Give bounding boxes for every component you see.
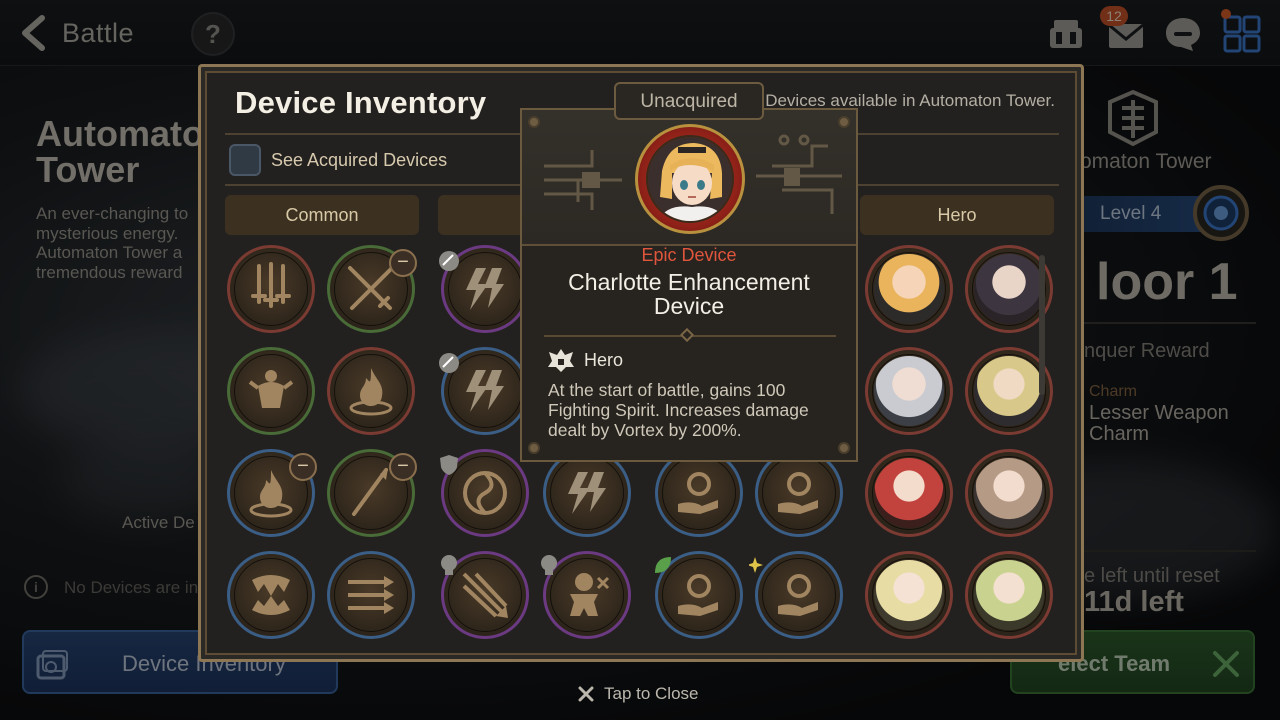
tooltip-header-area xyxy=(522,110,856,246)
hero-portrait-image xyxy=(646,135,734,223)
heal-hand-icon xyxy=(778,574,818,616)
lightning-icon xyxy=(568,472,606,514)
device-rarity: Epic Device xyxy=(641,245,737,265)
vortex-icon xyxy=(463,471,507,515)
bolt-decoration xyxy=(838,116,850,128)
swords-icon xyxy=(251,262,291,308)
speed-badge-icon xyxy=(439,353,459,373)
hero-category-icon xyxy=(548,349,574,372)
remove-badge: − xyxy=(389,249,417,277)
panel-title: Device Inventory xyxy=(235,85,487,120)
spear-icon xyxy=(352,468,388,516)
multi-arrow-icon xyxy=(462,572,508,618)
lightning-icon xyxy=(466,268,504,310)
device-icon-fangs[interactable] xyxy=(227,551,315,639)
tap-to-close-label: Tap to Close xyxy=(604,684,699,703)
lightning-icon xyxy=(466,370,504,412)
skull-badge-icon xyxy=(541,555,557,575)
hero-portrait xyxy=(635,124,745,234)
heal-hand-icon xyxy=(778,472,818,514)
fire-icon xyxy=(349,368,393,416)
tab-common[interactable]: Common xyxy=(225,195,419,235)
hero-device-icon[interactable] xyxy=(965,449,1053,537)
hero-device-icon[interactable] xyxy=(865,449,953,537)
device-icon-arrows[interactable] xyxy=(327,551,415,639)
divider xyxy=(544,327,836,343)
moon-star-badge-icon xyxy=(749,557,769,573)
voodoo-doll-icon xyxy=(570,573,610,616)
arrows-icon xyxy=(348,576,394,614)
fire-icon xyxy=(249,470,293,518)
shield-badge-icon xyxy=(440,455,458,475)
strength-icon xyxy=(248,370,294,408)
status-tag: Unacquired xyxy=(614,82,764,120)
bolt-decoration xyxy=(528,442,540,454)
hero-device-icon[interactable] xyxy=(865,551,953,639)
device-icon-fire-ring[interactable] xyxy=(327,347,415,435)
device-icon-lightning-3[interactable] xyxy=(543,449,631,537)
hero-device-icon[interactable] xyxy=(965,551,1053,639)
device-icon-heal-hand[interactable] xyxy=(655,449,743,537)
fangs-icon xyxy=(252,575,290,615)
device-icon-heal-hand-2[interactable] xyxy=(755,449,843,537)
remove-badge: − xyxy=(389,453,417,481)
tab-hero[interactable]: Hero xyxy=(860,195,1054,235)
status-label: Unacquired xyxy=(640,91,738,112)
heal-hand-icon xyxy=(678,574,718,616)
device-tooltip: Unacquired Epic Device Charlotte Enhance… xyxy=(520,82,858,462)
scrollbar[interactable] xyxy=(1039,255,1045,395)
charlotte-portrait-icon xyxy=(648,137,732,221)
device-icon-swords[interactable] xyxy=(227,245,315,333)
device-category: Hero xyxy=(584,350,624,370)
bolt-decoration xyxy=(528,116,540,128)
see-acquired-checkbox[interactable] xyxy=(229,144,261,176)
bolt-decoration xyxy=(838,442,850,454)
device-icon-strength[interactable] xyxy=(227,347,315,435)
heal-hand-icon xyxy=(678,472,718,514)
tap-to-close[interactable]: Tap to Close xyxy=(578,684,699,704)
skull-badge-icon xyxy=(441,555,457,575)
speed-badge-icon xyxy=(439,251,459,271)
crossed-swords-icon xyxy=(348,266,394,310)
device-name: Charlotte Enhancement Device xyxy=(568,269,810,319)
remove-badge: − xyxy=(289,453,317,481)
device-description: At the start of battle, gains 100 Fighti… xyxy=(548,380,809,440)
hero-device-icon[interactable] xyxy=(865,347,953,435)
hero-device-icon-charlotte[interactable] xyxy=(865,245,953,333)
close-icon xyxy=(578,686,594,702)
leaf-badge-icon xyxy=(655,557,671,573)
see-acquired-label: See Acquired Devices xyxy=(271,150,448,170)
